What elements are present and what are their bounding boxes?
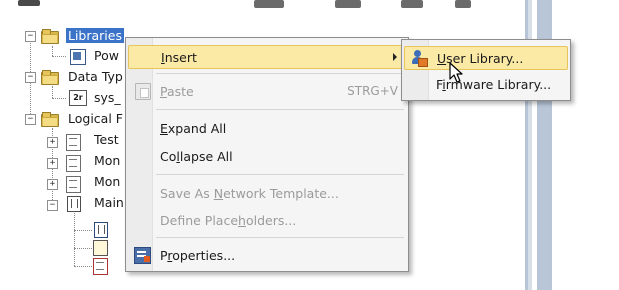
insert-submenu: User Library... Firmware Library...: [401, 39, 571, 101]
menu-item-firmware-library[interactable]: Firmware Library...: [404, 73, 568, 95]
tree-node-pow[interactable]: Pow: [94, 48, 119, 63]
submenu-arrow-icon: [393, 53, 397, 61]
menu-item-define-placeholders[interactable]: Define Placeholders...: [128, 209, 406, 231]
block-icon: [67, 196, 81, 212]
data-type-icon: 2r: [69, 90, 87, 106]
menu-item-user-library[interactable]: User Library...: [404, 46, 568, 70]
folder-icon: [41, 29, 59, 44]
menu-item-properties-label: Properties...: [160, 248, 236, 263]
info-block-icon[interactable]: [94, 222, 108, 238]
context-menu: Insert Paste STRG+V Expand All Collapse …: [125, 37, 409, 272]
menu-item-collapse-all[interactable]: Collapse All: [128, 145, 406, 167]
tree-expander-main[interactable]: −: [47, 200, 58, 211]
tree-node-data-types[interactable]: Data Typ: [68, 69, 123, 84]
folder-icon: [41, 112, 59, 127]
menu-item-insert[interactable]: Insert: [128, 45, 406, 69]
tree-node-test[interactable]: Test: [94, 132, 119, 147]
block-icon: [66, 155, 81, 172]
tree-node-main[interactable]: Main: [94, 195, 124, 210]
menu-separator: [156, 109, 404, 110]
toolbar-fragment-1: [254, 0, 284, 8]
menu-item-paste[interactable]: Paste STRG+V: [128, 80, 406, 102]
menu-separator: [156, 73, 404, 74]
menu-item-collapse-all-label: Collapse All: [160, 149, 233, 164]
menu-item-properties[interactable]: Properties...: [128, 244, 406, 266]
mouse-pointer-icon: [449, 62, 463, 83]
menu-item-save-as-network-template[interactable]: Save As Network Template...: [128, 182, 406, 204]
tree-expander-mon-2[interactable]: +: [47, 179, 58, 190]
tree-node-libraries[interactable]: Libraries: [66, 28, 124, 43]
menu-separator: [156, 174, 404, 175]
tree-node-mon-1[interactable]: Mon: [94, 153, 120, 168]
menu-separator: [156, 237, 404, 238]
tree-expander-data-types[interactable]: −: [25, 72, 36, 83]
folder-icon: [41, 70, 59, 85]
menu-item-expand-all[interactable]: Expand All: [128, 117, 406, 139]
tree-expander-logical[interactable]: −: [25, 114, 36, 125]
tree-expander-mon-1[interactable]: +: [47, 158, 58, 169]
block-icon: [66, 134, 81, 151]
tree-node-logical[interactable]: Logical F: [68, 111, 123, 126]
properties-icon: [134, 247, 151, 264]
document-block-icon[interactable]: [93, 258, 108, 275]
tree-node-mon-2[interactable]: Mon: [94, 174, 120, 189]
library-icon: [70, 49, 86, 65]
paste-shortcut: STRG+V: [347, 84, 398, 98]
menu-item-save-as-network-template-label: Save As Network Template...: [160, 186, 339, 201]
paste-icon: [135, 83, 151, 100]
tree-node-sys[interactable]: sys_: [94, 90, 121, 105]
menu-item-define-placeholders-label: Define Placeholders...: [160, 213, 297, 228]
toolbar-fragment-2: [335, 0, 361, 8]
block-icon: [66, 176, 81, 193]
network-block-icon[interactable]: [93, 240, 108, 256]
toolbar-fragment-4: [455, 0, 471, 8]
tree-expander-test[interactable]: +: [47, 137, 58, 148]
menu-item-insert-label: Insert: [161, 50, 197, 65]
user-library-icon: [411, 50, 428, 67]
tree-expander-libraries[interactable]: −: [25, 31, 36, 42]
toolbar-fragment-3: [401, 0, 423, 8]
menu-item-paste-label: Paste: [160, 84, 194, 99]
menu-item-expand-all-label: Expand All: [160, 121, 227, 136]
toolbar-fragment-5: [18, 0, 40, 6]
